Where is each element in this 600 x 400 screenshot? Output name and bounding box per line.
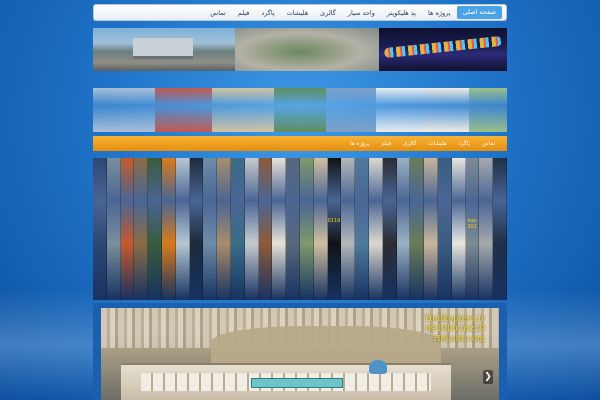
gallery-slice[interactable] [286, 158, 300, 300]
banner-photo-5 [326, 88, 376, 132]
slice-label: kop 302 [467, 218, 477, 230]
gallery-slice[interactable]: 0119 [327, 158, 342, 300]
gallery-slice[interactable] [93, 158, 107, 300]
photo-open-field [211, 326, 441, 366]
banner-photo-6 [375, 88, 424, 132]
menu-item-landing[interactable]: پاگرد [453, 141, 476, 147]
gallery-slice[interactable] [217, 158, 231, 300]
gallery-slice[interactable]: kop 302 [465, 158, 480, 300]
gallery-slice[interactable] [437, 158, 452, 300]
nav-item-contact[interactable]: تماس [204, 9, 231, 17]
featured-photo-frame: Helikopters.ir 09190028229 Helisht.com ❯ [93, 303, 507, 400]
menu-item-contact[interactable]: تماس [476, 141, 501, 147]
gallery-slice[interactable] [258, 158, 273, 300]
banner-photo-2 [155, 88, 212, 132]
caption-line-3: Helisht.com [433, 334, 485, 344]
gallery-slice[interactable] [189, 158, 204, 300]
gallery-slice[interactable] [134, 158, 149, 300]
nav-item-helishot[interactable]: هلیشات [281, 9, 314, 17]
gallery-slice[interactable] [120, 158, 135, 300]
gallery-slice[interactable] [244, 158, 259, 300]
caption-line-2: 09190028229 [425, 324, 486, 334]
caption-line-1: Helikopters.ir [425, 314, 485, 324]
gallery-slice[interactable] [479, 158, 494, 300]
gallery-slice[interactable] [230, 158, 245, 300]
gallery-slice[interactable] [161, 158, 176, 300]
nav-item-landing[interactable]: پاگرد [255, 9, 280, 17]
gallery-slice[interactable] [175, 158, 190, 300]
gallery-slice[interactable] [451, 158, 466, 300]
gallery-slice[interactable] [148, 158, 162, 300]
secondary-navigation: تماس پاگرد هلیشات گالری فیلم پروژه ها [93, 136, 507, 151]
banner-photo-1 [93, 88, 156, 132]
photo-blue-dome [369, 360, 387, 374]
banner-photo-8 [468, 88, 508, 132]
banner-row-1 [93, 28, 507, 71]
menu-item-helishot[interactable]: هلیشات [422, 141, 452, 147]
gallery-slice[interactable] [299, 158, 314, 300]
slice-gallery[interactable]: 0119 kop 302 [93, 158, 507, 300]
nav-item-projects[interactable]: پروژه ها [422, 9, 457, 17]
photo-caption: Helikopters.ir 09190028229 Helisht.com [425, 314, 485, 344]
banner-photo-7 [423, 88, 469, 132]
featured-aerial-photo: Helikopters.ir 09190028229 Helisht.com ❯ [101, 308, 499, 400]
banner-row-2 [93, 88, 508, 132]
gallery-slice[interactable] [382, 158, 397, 300]
gallery-slice[interactable] [313, 158, 328, 300]
gallery-slice[interactable] [493, 158, 507, 300]
next-arrow-icon[interactable]: ❯ [483, 370, 493, 384]
top-navigation: صفحه اصلی پروژه ها پد هلیکوپتر واحد سیار… [93, 4, 507, 21]
gallery-slice[interactable] [203, 158, 218, 300]
nav-item-film[interactable]: فیلم [232, 9, 256, 17]
gallery-slice[interactable] [272, 158, 287, 300]
menu-item-gallery[interactable]: گالری [397, 141, 422, 147]
gallery-slice[interactable] [396, 158, 411, 300]
slice-label: 0119 [327, 218, 341, 224]
gallery-slice[interactable] [368, 158, 383, 300]
banner-photo-3 [211, 88, 274, 132]
nav-item-mobile-unit[interactable]: واحد سیار [342, 9, 381, 17]
nav-item-gallery[interactable]: گالری [314, 9, 342, 17]
gallery-slice[interactable] [355, 158, 369, 300]
photo-pool [251, 378, 343, 388]
gallery-slice[interactable] [424, 158, 438, 300]
menu-item-film[interactable]: فیلم [375, 141, 397, 147]
gallery-slice[interactable] [106, 158, 121, 300]
nav-item-helipad[interactable]: پد هلیکوپتر [381, 9, 422, 17]
menu-item-projects[interactable]: پروژه ها [344, 141, 375, 147]
photo-night-bridge [379, 28, 507, 71]
gallery-slice[interactable] [410, 158, 425, 300]
photo-aerial-interchange [235, 28, 379, 71]
nav-item-home[interactable]: صفحه اصلی [456, 6, 502, 19]
banner-photo-4 [273, 88, 327, 132]
gallery-slice[interactable] [341, 158, 356, 300]
photo-city-overview [93, 28, 235, 71]
